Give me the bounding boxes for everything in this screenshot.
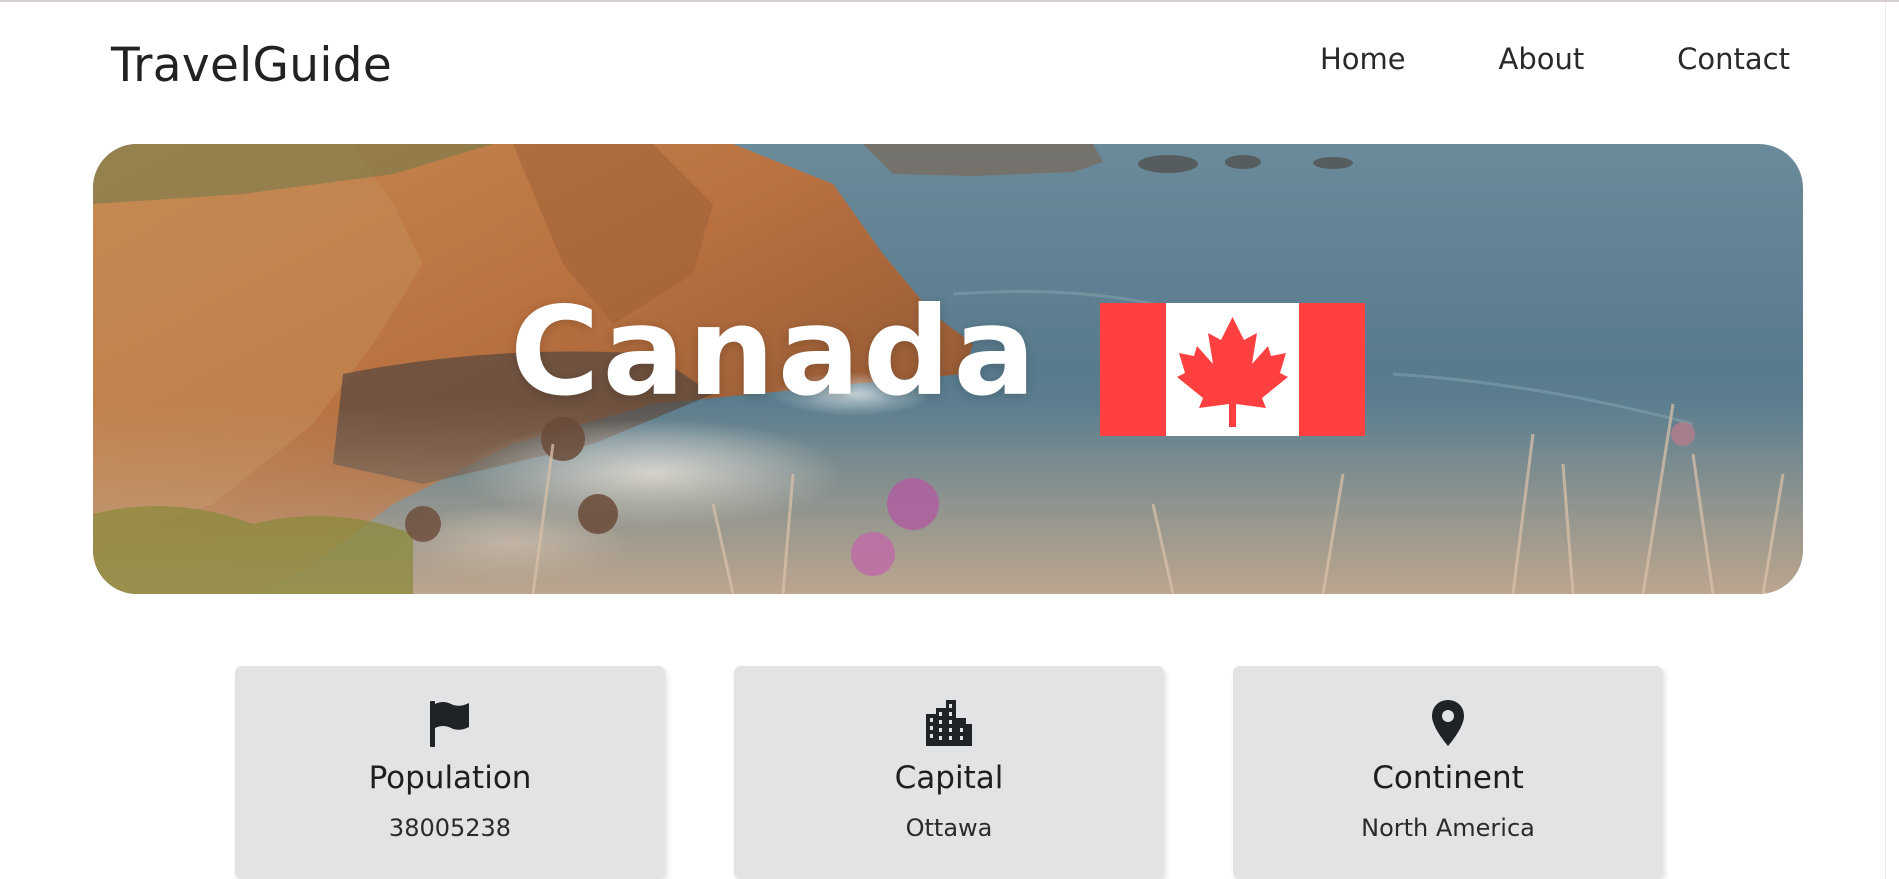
- nav-contact-link[interactable]: Contact: [1677, 42, 1790, 76]
- capital-card: Capital Ottawa: [734, 666, 1164, 879]
- country-hero-banner: Canada: [93, 144, 1803, 594]
- canada-flag-icon: [1100, 303, 1365, 436]
- main-nav: Home About Contact: [1320, 42, 1790, 76]
- population-label: Population: [368, 760, 532, 796]
- population-card: Population 38005238: [235, 666, 665, 879]
- capital-value: Ottawa: [905, 814, 993, 842]
- continent-label: Continent: [1372, 760, 1524, 796]
- scrollbar-gutter[interactable]: [1885, 2, 1899, 879]
- city-icon: [926, 700, 972, 746]
- top-border: [0, 0, 1899, 2]
- population-value: 38005238: [388, 814, 512, 842]
- flag-icon: [430, 701, 469, 747]
- country-name-heading: Canada: [510, 281, 1039, 423]
- travel-guide-page: TravelGuide Home About Contact Canada Po…: [0, 0, 1899, 879]
- brand-logo-text[interactable]: TravelGuide: [111, 38, 392, 93]
- continent-card: Continent North America: [1233, 666, 1663, 879]
- nav-home-link[interactable]: Home: [1320, 42, 1406, 76]
- map-pin-icon: [1432, 700, 1464, 746]
- continent-value: North America: [1361, 814, 1535, 842]
- capital-label: Capital: [894, 760, 1004, 796]
- nav-about-link[interactable]: About: [1499, 42, 1585, 76]
